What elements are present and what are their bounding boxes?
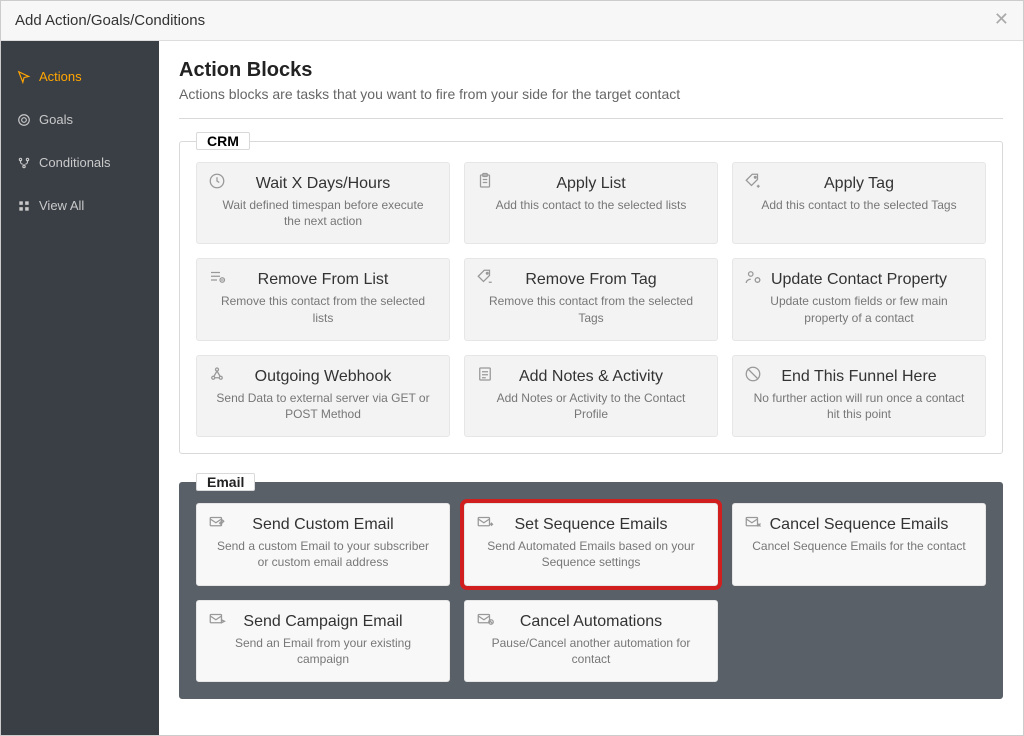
card-title: Add Notes & Activity [481, 368, 701, 386]
close-icon[interactable]: ✕ [994, 9, 1009, 30]
dialog-body: Actions Goals Conditionals View All [1, 41, 1023, 735]
card-desc: Send an Email from your existing campaig… [213, 635, 433, 667]
card-title: Set Sequence Emails [481, 516, 701, 534]
card-desc: Send a custom Email to your subscriber o… [213, 538, 433, 570]
card-title: End This Funnel Here [749, 368, 969, 386]
note-icon [475, 364, 495, 384]
main-content: Action Blocks Actions blocks are tasks t… [159, 41, 1023, 735]
card-title: Cancel Automations [481, 613, 701, 631]
card-title: Apply Tag [749, 175, 969, 193]
card-desc: Wait defined timespan before execute the… [213, 197, 433, 229]
section-label-crm: CRM [196, 132, 250, 150]
grid-icon [17, 199, 31, 213]
sidebar-item-view-all[interactable]: View All [1, 184, 159, 227]
card-cancel-sequence-emails[interactable]: Cancel Sequence Emails Cancel Sequence E… [732, 503, 986, 585]
card-wait-x-days[interactable]: Wait X Days/Hours Wait defined timespan … [196, 162, 450, 244]
dialog-title: Add Action/Goals/Conditions [15, 12, 205, 29]
card-send-campaign-email[interactable]: Send Campaign Email Send an Email from y… [196, 600, 450, 682]
sidebar-item-actions[interactable]: Actions [1, 55, 159, 98]
sidebar-item-label: Goals [39, 112, 73, 127]
mail-send-icon [207, 609, 227, 629]
card-title: Update Contact Property [749, 271, 969, 289]
card-update-contact-property[interactable]: Update Contact Property Update custom fi… [732, 258, 986, 340]
card-set-sequence-emails[interactable]: Set Sequence Emails Send Automated Email… [464, 503, 718, 585]
dialog: Add Action/Goals/Conditions ✕ Actions Go… [0, 0, 1024, 736]
tag-minus-icon [475, 267, 495, 287]
list-minus-icon [207, 267, 227, 287]
cursor-icon [17, 70, 31, 84]
titlebar: Add Action/Goals/Conditions ✕ [1, 1, 1023, 41]
card-desc: Add this contact to the selected Tags [749, 197, 969, 213]
card-apply-tag[interactable]: Apply Tag Add this contact to the select… [732, 162, 986, 244]
sidebar-item-label: Actions [39, 69, 82, 84]
card-desc: Pause/Cancel another automation for cont… [481, 635, 701, 667]
sidebar-item-conditionals[interactable]: Conditionals [1, 141, 159, 184]
card-desc: Send Data to external server via GET or … [213, 390, 433, 422]
clock-icon [207, 171, 227, 191]
card-desc: Cancel Sequence Emails for the contact [749, 538, 969, 554]
page-title: Action Blocks [179, 59, 1003, 82]
sidebar-item-label: Conditionals [39, 155, 111, 170]
section-email: Email Send Custom Email Send a custom Em… [179, 482, 1003, 699]
card-title: Remove From Tag [481, 271, 701, 289]
page-subtitle: Actions blocks are tasks that you want t… [179, 86, 1003, 102]
card-desc: Remove this contact from the selected Ta… [481, 293, 701, 325]
sidebar-item-label: View All [39, 198, 84, 213]
automation-cancel-icon [475, 609, 495, 629]
clipboard-icon [475, 171, 495, 191]
card-outgoing-webhook[interactable]: Outgoing Webhook Send Data to external s… [196, 355, 450, 437]
card-apply-list[interactable]: Apply List Add this contact to the selec… [464, 162, 718, 244]
user-gear-icon [743, 267, 763, 287]
sidebar-item-goals[interactable]: Goals [1, 98, 159, 141]
cards-crm: Wait X Days/Hours Wait defined timespan … [180, 142, 1002, 453]
card-send-custom-email[interactable]: Send Custom Email Send a custom Email to… [196, 503, 450, 585]
card-title: Send Campaign Email [213, 613, 433, 631]
card-title: Wait X Days/Hours [213, 175, 433, 193]
card-title: Cancel Sequence Emails [749, 516, 969, 534]
webhook-icon [207, 364, 227, 384]
mail-edit-icon [207, 512, 227, 532]
card-desc: Update custom fields or few main propert… [749, 293, 969, 325]
card-title: Apply List [481, 175, 701, 193]
card-title: Send Custom Email [213, 516, 433, 534]
card-desc: Add Notes or Activity to the Contact Pro… [481, 390, 701, 422]
divider [179, 118, 1003, 119]
card-remove-from-list[interactable]: Remove From List Remove this contact fro… [196, 258, 450, 340]
no-entry-icon [743, 364, 763, 384]
mail-sequence-icon [475, 512, 495, 532]
card-cancel-automations[interactable]: Cancel Automations Pause/Cancel another … [464, 600, 718, 682]
card-title: Outgoing Webhook [213, 368, 433, 386]
branch-icon [17, 156, 31, 170]
tag-plus-icon [743, 171, 763, 191]
target-icon [17, 113, 31, 127]
card-desc: Add this contact to the selected lists [481, 197, 701, 213]
section-crm: CRM Wait X Days/Hours Wait defined times… [179, 141, 1003, 454]
card-desc: No further action will run once a contac… [749, 390, 969, 422]
card-add-notes-activity[interactable]: Add Notes & Activity Add Notes or Activi… [464, 355, 718, 437]
card-desc: Remove this contact from the selected li… [213, 293, 433, 325]
mail-cancel-icon [743, 512, 763, 532]
sidebar: Actions Goals Conditionals View All [1, 41, 159, 735]
card-title: Remove From List [213, 271, 433, 289]
card-desc: Send Automated Emails based on your Sequ… [481, 538, 701, 570]
cards-email: Send Custom Email Send a custom Email to… [180, 483, 1002, 698]
section-label-email: Email [196, 473, 255, 491]
card-remove-from-tag[interactable]: Remove From Tag Remove this contact from… [464, 258, 718, 340]
card-end-funnel[interactable]: End This Funnel Here No further action w… [732, 355, 986, 437]
